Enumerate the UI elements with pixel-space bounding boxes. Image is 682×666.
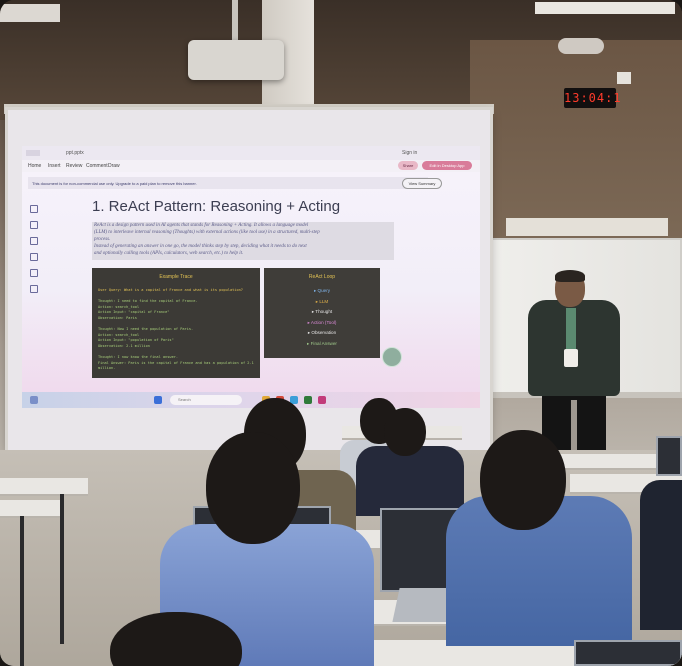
loop-step: ▸ Query [313,288,331,293]
view-summary-button: View Summary [402,178,442,189]
ceiling-speaker [558,38,604,54]
leg-gap [571,400,577,456]
taskbar-search: Search [170,395,242,405]
browser-tab: ppt.pptx [66,150,84,156]
loop-step: ▸ Observation [307,330,337,335]
assistant-fab-icon [382,347,402,367]
trace-line: million. [98,366,116,371]
student-head [384,408,426,456]
projector-cable [232,0,238,42]
pen-tool-icon [30,237,38,245]
trace-line: Action Input: "capital of France" [98,310,170,315]
trace-line: User Query: What is a capital of France … [98,288,243,292]
wall-switch [617,72,631,84]
loop-step: ▸ LLM [315,298,329,304]
slide-title: 1. ReAct Pattern: Reasoning + Acting [92,198,341,215]
desk-leg [60,494,64,644]
tab-icon [26,150,40,156]
trace-line: Action: search_tool [98,332,140,337]
app-icon [304,396,312,404]
desk-leg [20,516,24,666]
paragraph-line: and optionally calling tools (APIs, calc… [94,251,244,256]
loop-panel-title: ReAct Loop [308,274,336,280]
ceiling-light [0,4,60,22]
classroom-photo: 13:04:1 ppt.pptx Sign in Home Insert Rev… [0,0,682,666]
trace-line: Thought: I need to find the capital of F… [98,299,198,304]
presenter-hair [555,270,585,282]
sign-in-button: Sign in [402,150,418,156]
eraser-tool-icon [30,285,38,293]
id-badge [564,349,578,367]
select-tool-icon [30,205,38,213]
student [640,480,682,630]
trace-line: Action Input: "population of Paris" [98,338,174,343]
slide-toolbar [28,205,38,295]
laptop [574,640,682,666]
react-loop-panel: ReAct Loop ▸ Query ▸ LLM ▸ Thought ▸ Action… [264,268,380,358]
paragraph-line: Instead of generating an answer in one g… [94,244,307,249]
loop-step: ▸ Thought [311,309,333,314]
grid-tool-icon [30,269,38,277]
app-menubar: Home Insert Review Comment Draw Share Ed… [22,160,480,172]
loop-step: ▸ Final Answer [307,340,337,346]
os-taskbar [22,392,480,408]
trace-line: Observation: Paris [98,316,137,320]
projector [188,40,284,80]
wall-clock: 13:04:1 [564,88,621,108]
share-button: Share [398,161,418,170]
menu-home: Home [28,163,42,169]
example-trace-panel: Example Trace User Query: What is a capi… [92,268,260,378]
laptop [656,436,682,476]
start-icon [154,396,162,404]
edit-desktop-button: Edit in Desktop App [422,161,472,170]
info-banner-text: This document is for non-commercial use … [32,181,197,186]
trace-line: Thought: I now know the final answer. [98,355,179,360]
app-icon [318,396,326,404]
paragraph-line: ReAct is a design pattern used in AI age… [94,223,309,228]
trace-line: Observation: 2.1 million [98,344,150,348]
slide-paragraph: ReAct is a design pattern used in AI age… [92,222,394,260]
loop-step: ▸ Action (Tool) [307,319,337,325]
student [356,446,464,516]
weather-icon [30,396,38,404]
ceiling-light [535,2,675,14]
desk [552,454,662,468]
browser-toolbar: ppt.pptx Sign in [22,146,480,160]
trace-line: Thought: Now I need the population of Pa… [98,327,194,332]
student-head [480,430,566,530]
paragraph-line: process. [94,237,111,242]
zoom-tool-icon [30,221,38,229]
desk [0,478,88,494]
info-banner: This document is for non-commercial use … [28,177,428,189]
desk [0,500,62,516]
paragraph-line: (LLM) to interleave internal reasoning (… [94,230,320,235]
wall-panel [506,218,668,236]
menu-comment: Comment [86,163,108,169]
student-head [206,432,300,544]
menu-review: Review [66,163,83,169]
lanyard [566,308,576,352]
trace-line: Final Answer: Paris is the capital of Fr… [98,360,254,365]
trace-panel-title: Example Trace [159,274,193,280]
menu-insert: Insert [48,163,61,169]
menu-draw: Draw [108,163,120,169]
trace-line: Action: search_tool [98,304,140,309]
marker-tool-icon [30,253,38,261]
